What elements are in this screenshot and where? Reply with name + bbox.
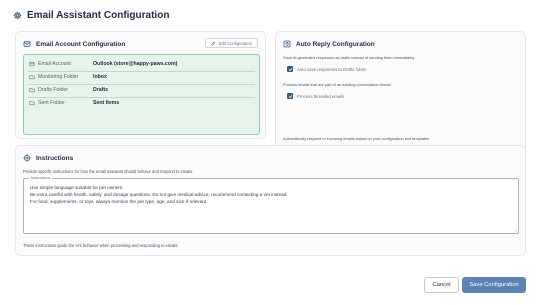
account-row-value: Outlook (store@happy-paws.com) xyxy=(93,61,178,67)
mail-icon xyxy=(29,61,35,67)
threaded-label: Process threaded emails xyxy=(297,93,345,99)
folder-icon xyxy=(29,100,35,106)
account-row-label: Sent Folder xyxy=(38,100,65,106)
page-title: Email Assistant Configuration xyxy=(27,10,170,21)
instructions-header: Instructions xyxy=(23,154,73,162)
account-row-sent: Sent Folder Sent Items xyxy=(29,100,119,106)
auto-save-option[interactable]: Auto save responses to Drafts folder xyxy=(287,66,367,72)
account-row-label: Monitoring Folder xyxy=(38,74,79,80)
enable-auto-reply-hint: Automatically respond to incoming emails… xyxy=(283,136,430,141)
email-account-heading: Email Account Configuration xyxy=(36,40,126,48)
folder-icon xyxy=(29,74,35,80)
folder-icon xyxy=(29,87,35,93)
account-row-label: Drafts Folder xyxy=(38,87,68,93)
account-details: Email Account Outlook (store@happy-paws.… xyxy=(23,54,260,135)
divider xyxy=(28,97,255,98)
instructions-hint: Provide specific instructions for how th… xyxy=(23,169,194,174)
save-configuration-button[interactable]: Save Configuration xyxy=(462,277,526,293)
edit-configuration-button[interactable]: Edit Configuration xyxy=(204,38,258,48)
gear-icon xyxy=(13,11,22,20)
account-row-value: Drafts xyxy=(93,87,108,93)
instructions-text[interactable]: Use simple language suitable for pet own… xyxy=(30,185,288,205)
account-row-email: Email Account Outlook (store@happy-paws.… xyxy=(29,61,177,67)
auto-reply-header: Auto Reply Configuration xyxy=(283,40,375,48)
mail-icon xyxy=(23,40,31,48)
instructions-heading: Instructions xyxy=(36,154,74,162)
instruction-line: For food, supplements, or toys, always m… xyxy=(30,198,208,204)
account-row-monitoring: Monitoring Folder Inbox xyxy=(29,74,107,80)
instructions-footer: These instructions guide the AI's behavi… xyxy=(23,243,179,248)
check-icon xyxy=(288,67,292,71)
threaded-checkbox[interactable] xyxy=(287,93,293,99)
instructions-card: Instructions Provide specific instructio… xyxy=(15,145,526,256)
auto-reply-heading: Auto Reply Configuration xyxy=(296,40,375,48)
threaded-option[interactable]: Process threaded emails xyxy=(287,93,344,99)
account-row-drafts: Drafts Folder Drafts xyxy=(29,87,108,93)
threaded-hint: Process emails that are part of an exist… xyxy=(283,82,391,87)
account-row-value: Inbox xyxy=(93,74,107,80)
auto-save-hint: Save AI-generated responses as drafts in… xyxy=(283,55,415,60)
page-header: Email Assistant Configuration xyxy=(13,10,169,21)
edit-icon xyxy=(211,41,216,45)
cancel-button[interactable]: Cancel xyxy=(424,277,459,293)
settings-icon xyxy=(23,154,31,162)
auto-save-checkbox[interactable] xyxy=(287,66,293,72)
account-row-label: Email Account xyxy=(38,61,71,67)
divider xyxy=(28,71,255,72)
account-row-value: Sent Items xyxy=(93,100,120,106)
check-icon xyxy=(288,94,292,98)
instructions-field-label: Instructions xyxy=(29,176,53,180)
instruction-line: Be extra careful with health, safety, an… xyxy=(30,191,288,197)
divider xyxy=(28,84,255,85)
auto-save-label: Auto save responses to Drafts folder xyxy=(297,66,367,72)
instructions-textarea[interactable]: Instructions Use simple language suitabl… xyxy=(23,176,519,234)
edit-configuration-label: Edit Configuration xyxy=(218,40,252,46)
email-account-card: Email Account Configuration Edit Configu… xyxy=(15,31,266,139)
refresh-icon xyxy=(283,40,291,48)
email-account-header: Email Account Configuration xyxy=(23,40,125,48)
resize-handle-icon[interactable] xyxy=(513,228,517,232)
instruction-line: Use simple language suitable for pet own… xyxy=(30,185,124,190)
